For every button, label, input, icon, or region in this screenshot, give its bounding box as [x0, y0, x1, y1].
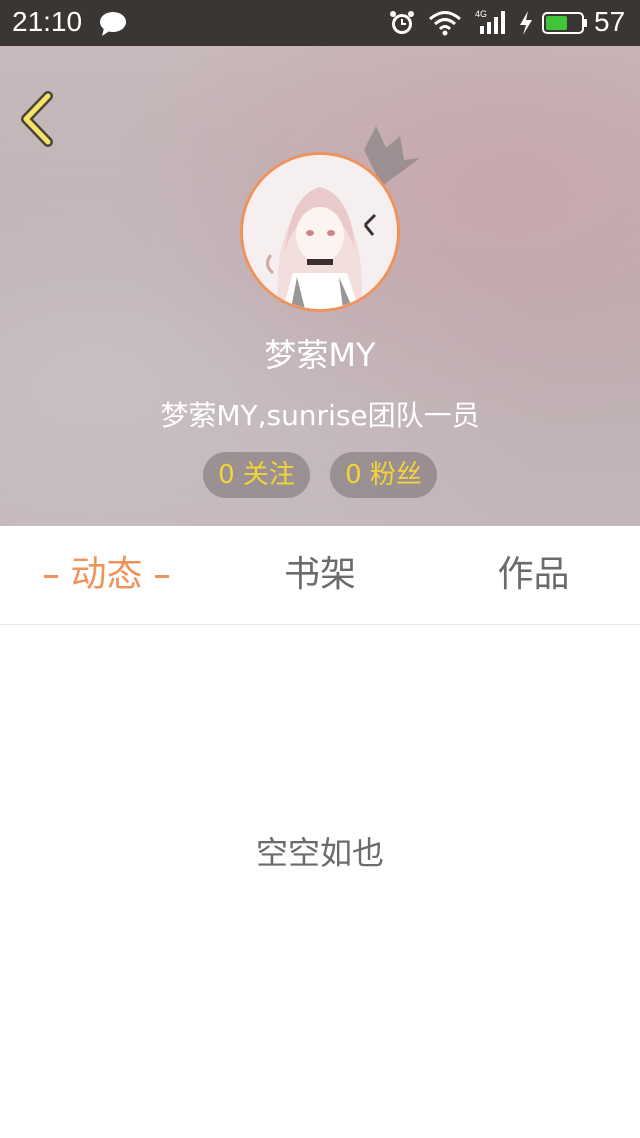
tab-dynamics-label: 动态 — [70, 554, 143, 595]
empty-state-text: 空空如也 — [255, 834, 384, 872]
battery-icon — [542, 11, 588, 39]
profile-username: 梦萦MY — [264, 336, 376, 374]
fans-count-button[interactable]: 0 粉丝 — [330, 452, 437, 498]
tab-works[interactable]: 作品 — [427, 526, 640, 624]
alarm-icon — [388, 9, 416, 41]
tab-dynamics[interactable]: 动态 — [0, 526, 213, 624]
tab-works-label: 作品 — [497, 554, 570, 595]
status-bar: 21:10 4G 57 — [0, 0, 640, 46]
message-icon — [98, 11, 128, 41]
active-tab-indicator — [154, 574, 169, 578]
signal-icon: 4G — [474, 8, 510, 40]
back-button[interactable] — [18, 90, 58, 148]
avatar[interactable] — [240, 152, 400, 312]
battery-level: 57 — [594, 6, 626, 37]
tab-bookshelf[interactable]: 书架 — [213, 526, 427, 624]
network-type-label: 4G — [475, 9, 487, 19]
profile-tabs: 动态 书架 作品 — [0, 526, 640, 625]
active-tab-indicator — [44, 574, 59, 578]
tab-bookshelf-label: 书架 — [283, 554, 356, 595]
following-count-button[interactable]: 0 关注 — [203, 452, 310, 498]
profile-bio: 梦萦MY,sunrise团队一员 — [160, 399, 480, 432]
chevron-left-icon — [21, 91, 53, 147]
profile-header: 梦萦MY 梦萦MY,sunrise团队一员 0 关注 0 粉丝 — [0, 46, 640, 526]
avatar-image — [243, 155, 397, 309]
wifi-icon — [428, 10, 462, 40]
charging-icon — [518, 11, 534, 39]
status-time: 21:10 — [12, 6, 83, 37]
